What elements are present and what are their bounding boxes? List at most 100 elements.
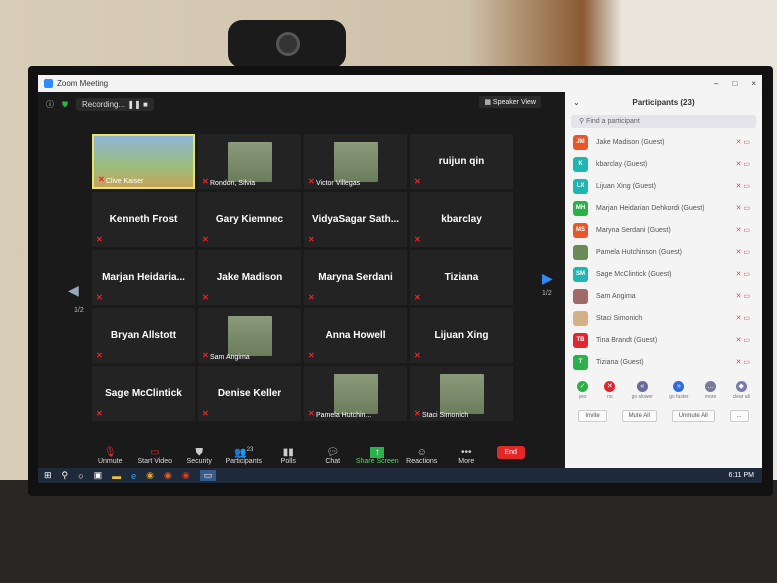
- powerpoint-icon[interactable]: ◉: [182, 470, 190, 481]
- avatar: [573, 244, 588, 260]
- muted-mic-icon: ✕: [308, 293, 315, 302]
- participant-list-item[interactable]: MS Maryna Serdani (Guest) ✕ ▭: [565, 219, 762, 241]
- close-button[interactable]: ×: [751, 79, 756, 88]
- participant-list-item[interactable]: TB Tina Brandt (Guest) ✕ ▭: [565, 329, 762, 351]
- end-meeting-button[interactable]: End: [496, 446, 525, 459]
- shield-icon[interactable]: ⛊: [62, 100, 68, 110]
- reactions-button[interactable]: ☺ Reactions: [400, 447, 445, 465]
- polls-button[interactable]: ▮▮ Polls: [266, 447, 311, 465]
- participant-tile[interactable]: ruijun qin ✕: [410, 134, 513, 189]
- profile-picture: [439, 373, 484, 414]
- muted-mic-icon: ✕: [308, 351, 315, 360]
- mute-all-button[interactable]: Mute All: [621, 410, 657, 422]
- participant-tile[interactable]: ✕ Clive Kaiser: [92, 134, 195, 189]
- participant-list-item[interactable]: Pamela Hutchinson (Guest) ✕ ▭: [565, 241, 762, 263]
- muted-mic-icon: ✕: [308, 177, 315, 186]
- avatar: LX: [573, 178, 588, 194]
- muted-mic-icon: ✕: [202, 177, 209, 186]
- search-icon[interactable]: ⚲: [62, 470, 69, 481]
- profile-picture: [333, 141, 378, 182]
- edge-icon[interactable]: e: [131, 471, 136, 481]
- participant-tile[interactable]: ✕ Pamela Hutchin...: [304, 366, 407, 421]
- participant-tile[interactable]: Marjan Heidaria... ✕: [92, 250, 195, 305]
- participant-list-item[interactable]: Sam Angima ✕ ▭: [565, 285, 762, 307]
- unmute-button[interactable]: 🎙︎ Unmute: [88, 447, 133, 465]
- participant-list-item[interactable]: Kkbarclay (Guest) ✕ ▭: [565, 153, 762, 175]
- reaction-button[interactable]: ✓ yes: [577, 381, 589, 400]
- participant-name: Clive Kaiser: [106, 178, 144, 185]
- participant-tile[interactable]: Gary Kiemnec ✕: [198, 192, 301, 247]
- participant-list-item[interactable]: LX Lijuan Xing (Guest) ✕ ▭: [565, 175, 762, 197]
- participant-list-item[interactable]: SM Sage McClintick (Guest) ✕ ▭: [565, 263, 762, 285]
- reaction-button[interactable]: … more: [705, 381, 716, 400]
- firefox-icon[interactable]: ◉: [164, 470, 172, 481]
- gallery-view: ⓘ ⛊ Recording... ❚❚ ■ ▦ Speaker View ◀ 1…: [38, 92, 565, 438]
- participant-tile[interactable]: Denise Keller ✕: [198, 366, 301, 421]
- participant-list-item[interactable]: T Tiziana (Guest) ✕ ▭: [565, 351, 762, 373]
- participant-list-item[interactable]: MH Marjan Heidarian Dehkordi (Guest) ✕ ▭: [565, 197, 762, 219]
- participant-tile[interactable]: Jake Madison ✕: [198, 250, 301, 305]
- participant-name: Maryna Serdani: [318, 272, 393, 283]
- start-video-button[interactable]: ▭ Start Video: [133, 447, 178, 465]
- participant-tile[interactable]: ✕ Sam Angima: [198, 308, 301, 363]
- muted-mic-icon: ✕: [414, 293, 421, 302]
- info-icon[interactable]: ⓘ: [46, 99, 54, 110]
- reaction-button[interactable]: ✕ no: [604, 381, 616, 400]
- zoom-taskbar-icon[interactable]: ▭: [199, 470, 217, 481]
- start-icon[interactable]: ⊞: [44, 470, 52, 481]
- profile-picture: [227, 141, 272, 182]
- participant-tile[interactable]: ✕ Victor Villegas: [304, 134, 407, 189]
- participant-search-input[interactable]: ⚲ Find a participant: [571, 115, 756, 128]
- participant-tile[interactable]: ✕ Rondon, Silvia: [198, 134, 301, 189]
- participant-name: Kenneth Frost: [109, 214, 178, 225]
- muted-mic-icon: ✕: [414, 177, 421, 186]
- more-button[interactable]: ••• More: [444, 447, 489, 465]
- participant-list-item[interactable]: JM Jake Madison (Guest) ✕ ▭: [565, 131, 762, 153]
- chat-button[interactable]: 💬︎ Chat: [311, 447, 356, 465]
- reaction-button[interactable]: » go faster: [669, 381, 689, 400]
- task-view-icon[interactable]: ▣: [94, 470, 103, 481]
- participants-button[interactable]: 👥23 Participants: [222, 447, 267, 465]
- invite-button[interactable]: Invite: [578, 410, 607, 422]
- more-options-button[interactable]: ...: [729, 410, 749, 422]
- chevron-down-icon[interactable]: ⌄: [573, 98, 580, 107]
- maximize-button[interactable]: □: [732, 79, 737, 88]
- participant-tile[interactable]: VidyaSagar Sath... ✕: [304, 192, 407, 247]
- participant-tile[interactable]: Sage McClintick ✕: [92, 366, 195, 421]
- participant-list-item[interactable]: Staci Simonich ✕ ▭: [565, 307, 762, 329]
- reaction-label: no: [607, 394, 613, 400]
- chrome-icon[interactable]: ◉: [146, 470, 154, 481]
- minimize-button[interactable]: –: [714, 79, 718, 88]
- reaction-button[interactable]: ◆ clear all: [733, 381, 750, 400]
- security-button[interactable]: ⛊ Security: [177, 447, 222, 465]
- participant-list-name: Tiziana (Guest): [596, 358, 644, 366]
- participant-name: Gary Kiemnec: [215, 214, 284, 225]
- recording-indicator[interactable]: Recording... ❚❚ ■: [76, 98, 154, 111]
- speaker-view-button[interactable]: ▦ Speaker View: [479, 96, 541, 108]
- prev-page-arrow[interactable]: ◀: [68, 282, 79, 299]
- participant-name: kbarclay: [441, 214, 482, 225]
- reaction-button[interactable]: « go slower: [632, 381, 653, 400]
- title-bar: Zoom Meeting – □ ×: [38, 75, 762, 92]
- participant-name: Victor Villegas: [316, 180, 361, 187]
- next-page-arrow[interactable]: ▶: [542, 270, 553, 287]
- participant-tile[interactable]: kbarclay ✕: [410, 192, 513, 247]
- file-explorer-icon[interactable]: ▬: [112, 471, 121, 481]
- participant-name: Bryan Allstott: [110, 330, 177, 341]
- unmute-all-button[interactable]: Unmute All: [671, 410, 715, 422]
- participant-tile[interactable]: Maryna Serdani ✕: [304, 250, 407, 305]
- participant-list-name: kbarclay (Guest): [596, 160, 648, 168]
- panel-title: Participants (23): [632, 97, 695, 107]
- participant-tile[interactable]: Anna Howell ✕: [304, 308, 407, 363]
- cortana-icon[interactable]: ○: [78, 471, 83, 481]
- muted-mic-icon: ✕: [308, 235, 315, 244]
- participant-tile[interactable]: Bryan Allstott ✕: [92, 308, 195, 363]
- participant-list-name: Sage McClintick (Guest): [596, 270, 672, 278]
- participant-tile[interactable]: Tiziana ✕: [410, 250, 513, 305]
- participant-tile[interactable]: ✕ Staci Simonich: [410, 366, 513, 421]
- muted-mic-and-video-off-icon: ✕ ▭: [735, 293, 750, 300]
- muted-mic-icon: ✕: [414, 351, 421, 360]
- participant-tile[interactable]: Lijuan Xing ✕: [410, 308, 513, 363]
- participant-tile[interactable]: Kenneth Frost ✕: [92, 192, 195, 247]
- share-screen-button[interactable]: ↑ Share Screen: [355, 447, 400, 465]
